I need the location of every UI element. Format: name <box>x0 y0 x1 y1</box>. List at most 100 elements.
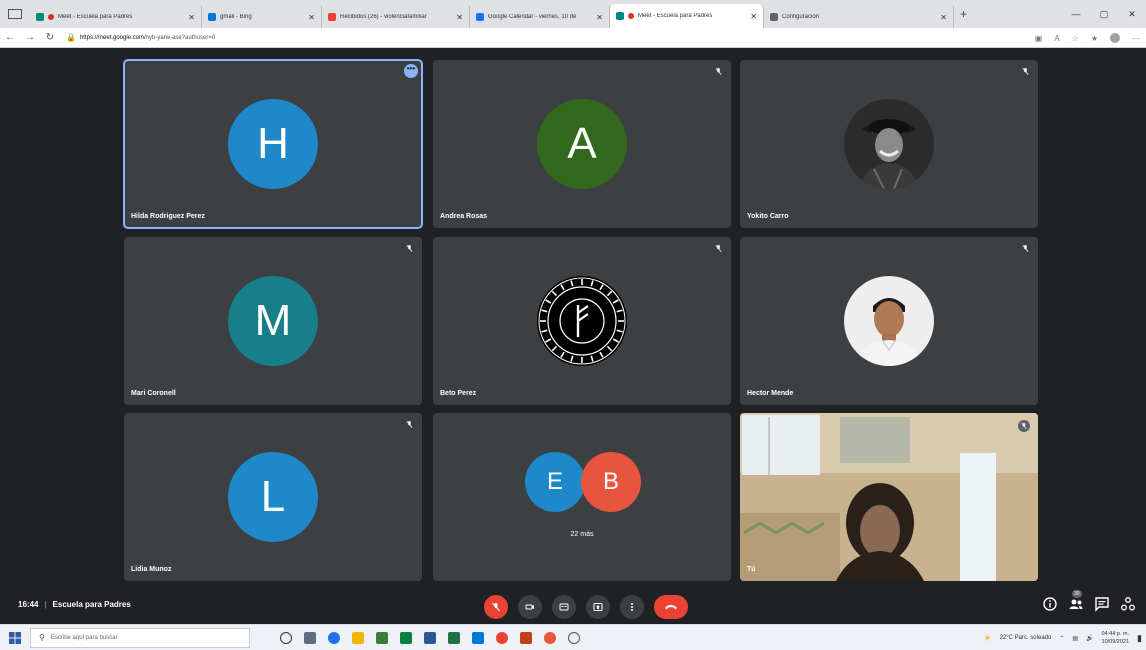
participant-tile[interactable]: L Lidia Munoz <box>124 413 422 581</box>
read-aloud-icon[interactable]: A <box>1054 34 1059 43</box>
browser-tab[interactable]: Meet - Escuela para Padres ✕ <box>30 6 202 28</box>
network-icon[interactable]: ▤ <box>1072 635 1078 642</box>
back-icon[interactable]: ← <box>0 32 20 43</box>
url-field[interactable]: https://meet.google.com/nyb-yarw-ase?aut… <box>80 35 215 41</box>
url-host: https://meet.google.com/ <box>79 34 146 41</box>
participant-name: Hector Mende <box>747 390 794 397</box>
meeting-details-button[interactable] <box>1042 596 1058 612</box>
participant-avatar: B <box>581 452 641 512</box>
file-explorer-icon[interactable] <box>352 631 364 644</box>
tab-favicon-icon <box>616 12 624 20</box>
more-options-button[interactable] <box>620 595 644 619</box>
tile-more-options-icon[interactable]: ••• <box>404 64 418 78</box>
captions-button[interactable] <box>552 595 576 619</box>
tray-chevron-icon[interactable]: ⌃ <box>1059 635 1064 642</box>
media-icon[interactable] <box>544 631 556 644</box>
participant-tile[interactable]: M Mari Coronell <box>124 237 422 405</box>
tab-favicon-icon <box>36 13 44 21</box>
forward-icon[interactable]: → <box>20 32 40 43</box>
browser-tab[interactable]: Configuración ✕ <box>764 6 954 28</box>
camera-icon <box>525 604 534 610</box>
chrome-icon[interactable] <box>496 631 508 644</box>
cortana-icon[interactable] <box>280 631 292 644</box>
favorite-star-icon[interactable]: ☆ <box>1072 34 1079 43</box>
powerpoint-icon[interactable] <box>520 631 532 644</box>
reload-icon[interactable]: ↻ <box>40 32 60 43</box>
close-window-icon[interactable]: ✕ <box>1118 9 1146 20</box>
participant-name: Lidia Munoz <box>131 566 172 573</box>
tab-close-icon[interactable]: ✕ <box>750 12 757 21</box>
participant-tile[interactable]: A Andrea Rosas <box>433 60 731 228</box>
more-vert-icon <box>631 603 633 611</box>
leave-call-button[interactable] <box>654 595 688 619</box>
self-view-tile[interactable]: Tú <box>740 413 1038 581</box>
new-tab-icon[interactable]: + <box>960 7 967 21</box>
participant-avatar: H <box>228 99 318 189</box>
participant-avatar: A <box>537 99 627 189</box>
lock-icon: 🔒 <box>66 33 76 42</box>
mic-muted-icon <box>715 67 722 75</box>
participant-tile[interactable]: Hector Mende <box>740 237 1038 405</box>
url-path: nyb-yarw-ase?authuser=0 <box>145 34 216 41</box>
system-tray: ☀ 22°C Parc. soleado ⌃ ▤ 🔊 04:44 p. m. 1… <box>983 625 1142 650</box>
participant-tile[interactable]: Beto Perez <box>433 237 731 405</box>
activities-button[interactable] <box>1120 596 1136 612</box>
participant-tile[interactable]: H ••• Hilda Rodriguez Perez <box>123 59 423 229</box>
meeting-info: 16:44 | Escuela para Padres <box>18 600 131 609</box>
tab-close-icon[interactable]: ✕ <box>308 13 315 22</box>
people-button[interactable]: 30 <box>1068 590 1084 612</box>
excel-icon[interactable] <box>448 631 460 644</box>
camera-toggle-button[interactable] <box>518 595 542 619</box>
taskbar-pinned-apps <box>280 631 580 644</box>
tab-close-icon[interactable]: ✕ <box>188 13 195 22</box>
others-tile[interactable]: E B 22 más <box>433 413 731 581</box>
settings-gear-icon[interactable] <box>568 631 580 644</box>
meeting-time: 16:44 <box>18 600 39 609</box>
chat-icon <box>1095 597 1109 612</box>
mic-off-icon <box>492 602 500 612</box>
tab-favicon-icon <box>476 13 484 21</box>
minimize-icon[interactable]: — <box>1062 9 1090 19</box>
mic-muted-icon <box>1018 420 1030 432</box>
store-icon[interactable] <box>376 631 388 644</box>
participant-avatar: E <box>525 452 585 512</box>
microphone-toggle-button[interactable] <box>484 595 508 619</box>
participant-tile[interactable]: Yokito Carro <box>740 60 1038 228</box>
favorites-icon[interactable]: ★ <box>1091 34 1098 43</box>
maximize-icon[interactable]: ▢ <box>1090 9 1118 20</box>
clock[interactable]: 04:44 p. m. 10/09/2021 <box>1102 630 1130 646</box>
browser-tab[interactable]: Recibidos (26) - violenciafamiliar ✕ <box>322 6 470 28</box>
mic-muted-icon <box>1022 67 1029 75</box>
more-menu-icon[interactable]: ⋯ <box>1132 34 1140 43</box>
camera-permission-icon[interactable]: ▣ <box>1035 34 1043 43</box>
browser-tab[interactable]: Meet - Escuela para Padres ✕ <box>610 4 764 28</box>
chat-button[interactable] <box>1094 596 1110 612</box>
word-icon[interactable] <box>424 631 436 644</box>
start-button[interactable] <box>0 631 30 644</box>
tab-close-icon[interactable]: ✕ <box>940 13 947 22</box>
participant-name: Mari Coronell <box>131 390 176 397</box>
tab-actions-icon[interactable] <box>8 9 22 19</box>
weather-icon: ☀ <box>983 632 992 643</box>
browser-tab[interactable]: Google Calendar - viernes, 10 de ✕ <box>470 6 610 28</box>
task-view-icon[interactable] <box>304 631 316 644</box>
participant-avatar: L <box>228 452 318 542</box>
tab-list: Meet - Escuela para Padres ✕ gmail - Bing ✕… <box>30 0 954 28</box>
browser-tab[interactable]: gmail - Bing ✕ <box>202 6 322 28</box>
participant-avatar: M <box>228 276 318 366</box>
edge-browser-icon[interactable] <box>328 631 340 644</box>
captions-icon <box>559 603 569 611</box>
tab-close-icon[interactable]: ✕ <box>456 13 463 22</box>
info-icon <box>1043 597 1057 611</box>
profile-avatar[interactable] <box>1110 33 1120 43</box>
notifications-icon[interactable]: ▮ <box>1137 633 1142 644</box>
photos-icon[interactable] <box>472 631 484 644</box>
present-screen-button[interactable] <box>586 595 610 619</box>
app-icon-green[interactable] <box>400 631 412 644</box>
volume-icon[interactable]: 🔊 <box>1086 635 1093 642</box>
tab-close-icon[interactable]: ✕ <box>596 13 603 22</box>
weather-text[interactable]: 22°C Parc. soleado <box>1000 635 1052 641</box>
mic-muted-icon <box>406 420 413 428</box>
taskbar-search-box[interactable]: ⚲ Escribe aquí para buscar <box>30 627 250 648</box>
mic-muted-icon <box>715 244 722 252</box>
